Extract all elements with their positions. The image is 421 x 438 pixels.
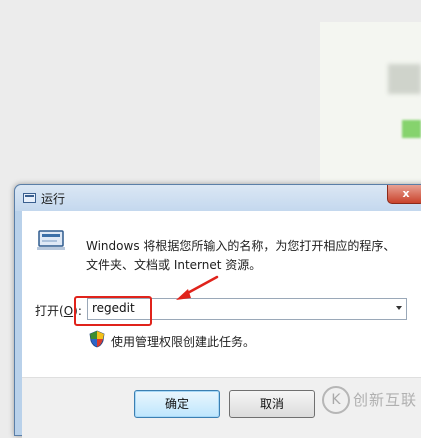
- annotation-arrow-icon: [176, 275, 219, 300]
- open-label-hotkey: O: [63, 304, 74, 318]
- ok-button[interactable]: 确定: [134, 390, 220, 418]
- chevron-down-icon[interactable]: [396, 306, 402, 310]
- cancel-button[interactable]: 取消: [229, 390, 315, 418]
- shield-icon: [89, 330, 105, 348]
- description-line-2: 文件夹、文档或 Internet 资源。: [86, 258, 262, 272]
- dialog-description: Windows 将根据您所输入的名称，为您打开相应的程序、 文件夹、文档或 In…: [86, 237, 395, 275]
- annotation-highlight-box: [74, 296, 152, 326]
- close-button[interactable]: x: [387, 185, 421, 204]
- background-blur-shape: [388, 64, 421, 94]
- run-title-icon: [23, 193, 36, 203]
- open-label-prefix: 打开(: [35, 304, 64, 318]
- watermark-text: 创新互联: [353, 391, 418, 409]
- admin-note: 使用管理权限创建此任务。: [111, 335, 256, 349]
- background-blur-green: [402, 120, 421, 138]
- title-bar[interactable]: 运行 x: [15, 185, 421, 211]
- watermark-logo-icon: K: [322, 386, 350, 414]
- run-dialog-icon: [37, 230, 65, 250]
- window-title: 运行: [41, 192, 66, 206]
- background-blurred-right: [320, 22, 421, 187]
- description-line-1: Windows 将根据您所输入的名称，为您打开相应的程序、: [86, 239, 396, 253]
